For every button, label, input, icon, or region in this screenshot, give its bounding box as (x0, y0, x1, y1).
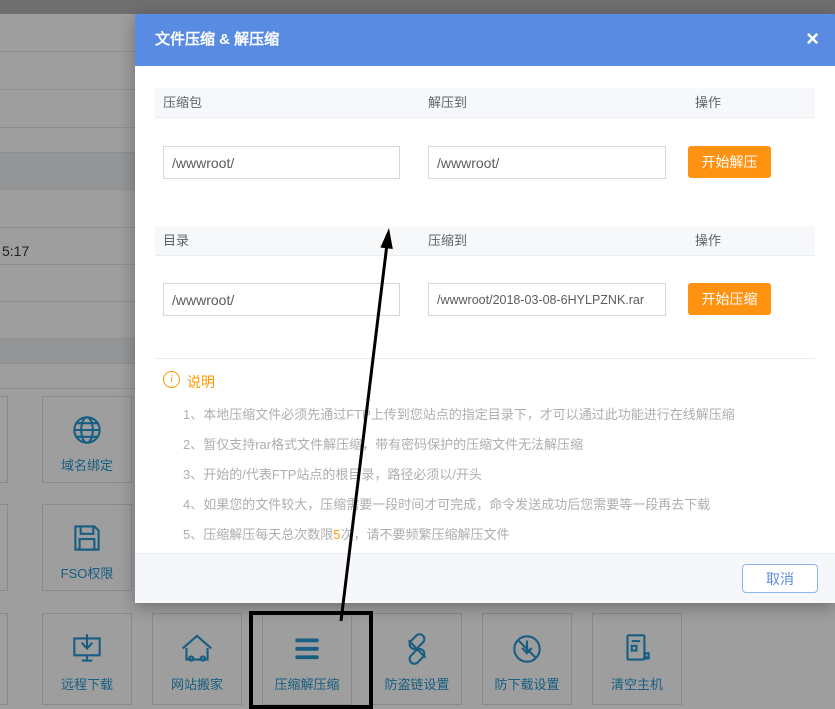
dialog-header: 文件压缩 & 解压缩 × (135, 14, 835, 66)
tutorial-highlight-box (249, 611, 373, 709)
column-header-action: 操作 (695, 226, 721, 256)
notes-title: 说明 (187, 372, 215, 392)
divider (155, 358, 815, 359)
decompress-header-row: 压缩包 解压到 操作 (155, 88, 815, 118)
column-header-extract-to: 解压到 (428, 88, 467, 118)
compress-dialog: 文件压缩 & 解压缩 × 压缩包 解压到 操作 开始解压 目录 压缩到 操作 开… (135, 14, 835, 603)
close-icon[interactable]: × (806, 14, 819, 64)
note-item: 1、本地压缩文件必须先通过FTP上传到您站点的指定目录下，才可以通过此功能进行在… (183, 404, 803, 423)
note-item: 4、如果您的文件较大，压缩需要一段时间才可完成，命令发送成功后您需要等一段再去下… (183, 494, 803, 513)
compress-header-row: 目录 压缩到 操作 (155, 226, 815, 256)
note-text: 5、压缩解压每天总次数限 (183, 527, 333, 542)
cancel-button[interactable]: 取消 (742, 564, 818, 593)
column-header-action: 操作 (695, 88, 721, 118)
package-path-input[interactable] (163, 146, 400, 179)
extract-target-input[interactable] (428, 146, 666, 179)
compress-target-input[interactable] (428, 283, 666, 316)
dialog-title: 文件压缩 & 解压缩 (155, 14, 279, 66)
note-item: 5、压缩解压每天总次数限5次，请不要频繁压缩解压文件 (183, 524, 803, 543)
start-compress-button[interactable]: 开始压缩 (688, 283, 771, 315)
column-header-package: 压缩包 (163, 88, 202, 118)
dialog-footer: 取消 (135, 553, 835, 603)
note-item: 3、开始的/代表FTP站点的根目录，路径必须以/开头 (183, 464, 803, 483)
page-root: 5:17 理 ▕ ▕ 域名绑定 (0, 0, 835, 709)
info-icon: i (163, 371, 180, 388)
note-text: 次，请不要频繁压缩解压文件 (340, 527, 509, 542)
start-decompress-button[interactable]: 开始解压 (688, 146, 771, 178)
compress-dir-input[interactable] (163, 283, 400, 316)
column-header-compress-to: 压缩到 (428, 226, 467, 256)
column-header-directory: 目录 (163, 226, 189, 256)
note-item: 2、暂仅支持rar格式文件解压缩，带有密码保护的压缩文件无法解压缩 (183, 434, 803, 453)
